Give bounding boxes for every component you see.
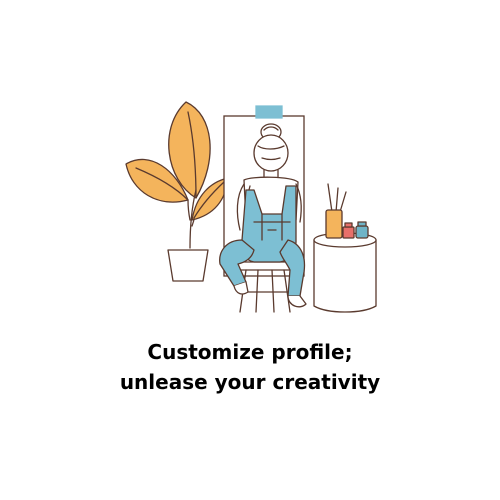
plant-pot — [167, 249, 209, 282]
side-table — [313, 239, 377, 313]
shoe-right — [287, 295, 307, 308]
potted-plant-icon — [125, 101, 229, 282]
canvas-clip — [255, 105, 283, 119]
stool-seat — [237, 261, 293, 271]
artist-illustration — [125, 101, 377, 313]
paint-supplies-icon — [313, 183, 377, 313]
caption-line-2: unlease your creativity — [119, 370, 381, 394]
paint-jar-teal — [355, 225, 369, 239]
paint-jar-red — [342, 226, 355, 239]
caption: Customize profile; unlease your creativi… — [0, 337, 500, 397]
head — [253, 134, 289, 172]
caption-line-1: Customize profile; — [147, 340, 353, 364]
brush-cup — [325, 209, 343, 239]
